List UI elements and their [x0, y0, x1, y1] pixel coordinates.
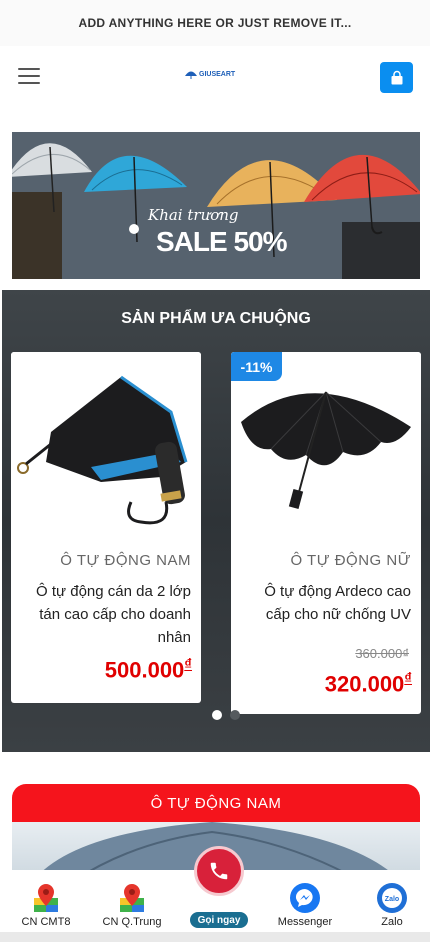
hamburger-icon[interactable] — [18, 68, 40, 84]
nav-branch-qtrung[interactable]: CN Q.Trung — [92, 882, 172, 928]
product-price-currency: ₫ — [184, 656, 192, 673]
nav-label: CN CMT8 — [21, 916, 71, 928]
logo-text: GIUSEART — [199, 71, 236, 78]
product-image[interactable] — [11, 352, 201, 532]
popular-products-section: SẢN PHẨM ƯA CHUỘNG Ô TỰ ĐỘNG NAM Ô tự độ… — [2, 290, 430, 752]
carousel-dot[interactable] — [212, 710, 222, 720]
product-price-value: 320.000 — [324, 671, 405, 697]
site-logo[interactable]: GIUSEART — [185, 70, 235, 79]
messenger-icon — [290, 883, 320, 913]
category-section-header[interactable]: Ô TỰ ĐỘNG NAM — [12, 784, 420, 822]
product-price-value: 500.000 — [104, 657, 185, 683]
nav-zalo[interactable]: Zalo Zalo — [352, 882, 430, 928]
nav-label: Zalo — [381, 916, 403, 928]
product-category[interactable]: Ô TỰ ĐỘNG NỮ — [290, 552, 411, 569]
svg-text:Zalo: Zalo — [385, 896, 399, 903]
call-now-button[interactable] — [194, 846, 244, 896]
category-section-title: Ô TỰ ĐỘNG NAM — [150, 794, 282, 812]
carousel-dots — [212, 710, 240, 720]
product-card[interactable]: Ô TỰ ĐỘNG NAM Ô tự động cán da 2 lớp tán… — [11, 352, 201, 703]
folded-umbrella-image — [17, 375, 188, 525]
phone-icon — [210, 862, 228, 880]
nav-messenger[interactable]: Messenger — [265, 882, 345, 928]
cart-button[interactable] — [380, 62, 413, 93]
discount-badge: -11% — [231, 352, 282, 381]
product-price: 320.000₫ — [325, 670, 412, 697]
nav-label: Messenger — [277, 916, 333, 928]
product-price-currency: ₫ — [404, 670, 412, 687]
nav-label: CN Q.Trung — [102, 916, 162, 928]
product-category[interactable]: Ô TỰ ĐỘNG NAM — [60, 552, 191, 569]
product-name[interactable]: Ô tự động cán da 2 lớp tán cao cấp cho d… — [16, 580, 191, 649]
banner-script-text: Khai trương — [148, 206, 239, 224]
shopping-bag-icon — [391, 70, 402, 84]
map-pin-icon — [34, 884, 58, 912]
announcement-text: ADD ANYTHING HERE OR JUST REMOVE IT... — [78, 16, 352, 30]
product-old-price: 360.000₫ — [355, 646, 409, 661]
banner-sale-text: SALE 50% — [156, 226, 287, 257]
product-price: 500.000₫ — [105, 656, 192, 683]
bottom-edge — [0, 932, 430, 942]
carousel-dot[interactable] — [230, 710, 240, 720]
announcement-bar: ADD ANYTHING HERE OR JUST REMOVE IT... — [0, 0, 430, 46]
site-header: GIUSEART — [0, 46, 430, 108]
call-now-label[interactable]: Gọi ngay — [190, 912, 248, 928]
product-card[interactable]: -11% Ô TỰ ĐỘNG NỮ Ô tự động Ardeco cao c… — [231, 352, 421, 714]
nav-branch-cmt8[interactable]: CN CMT8 — [6, 882, 86, 928]
popular-products-title: SẢN PHẨM ƯA CHUỘNG — [121, 310, 311, 327]
map-pin-icon — [120, 884, 144, 912]
logo-umbrella-icon — [185, 71, 197, 79]
product-image[interactable]: -11% — [231, 352, 421, 532]
zalo-icon: Zalo — [377, 883, 407, 913]
product-name[interactable]: Ô tự động Ardeco cao cấp cho nữ chống UV — [236, 580, 411, 626]
